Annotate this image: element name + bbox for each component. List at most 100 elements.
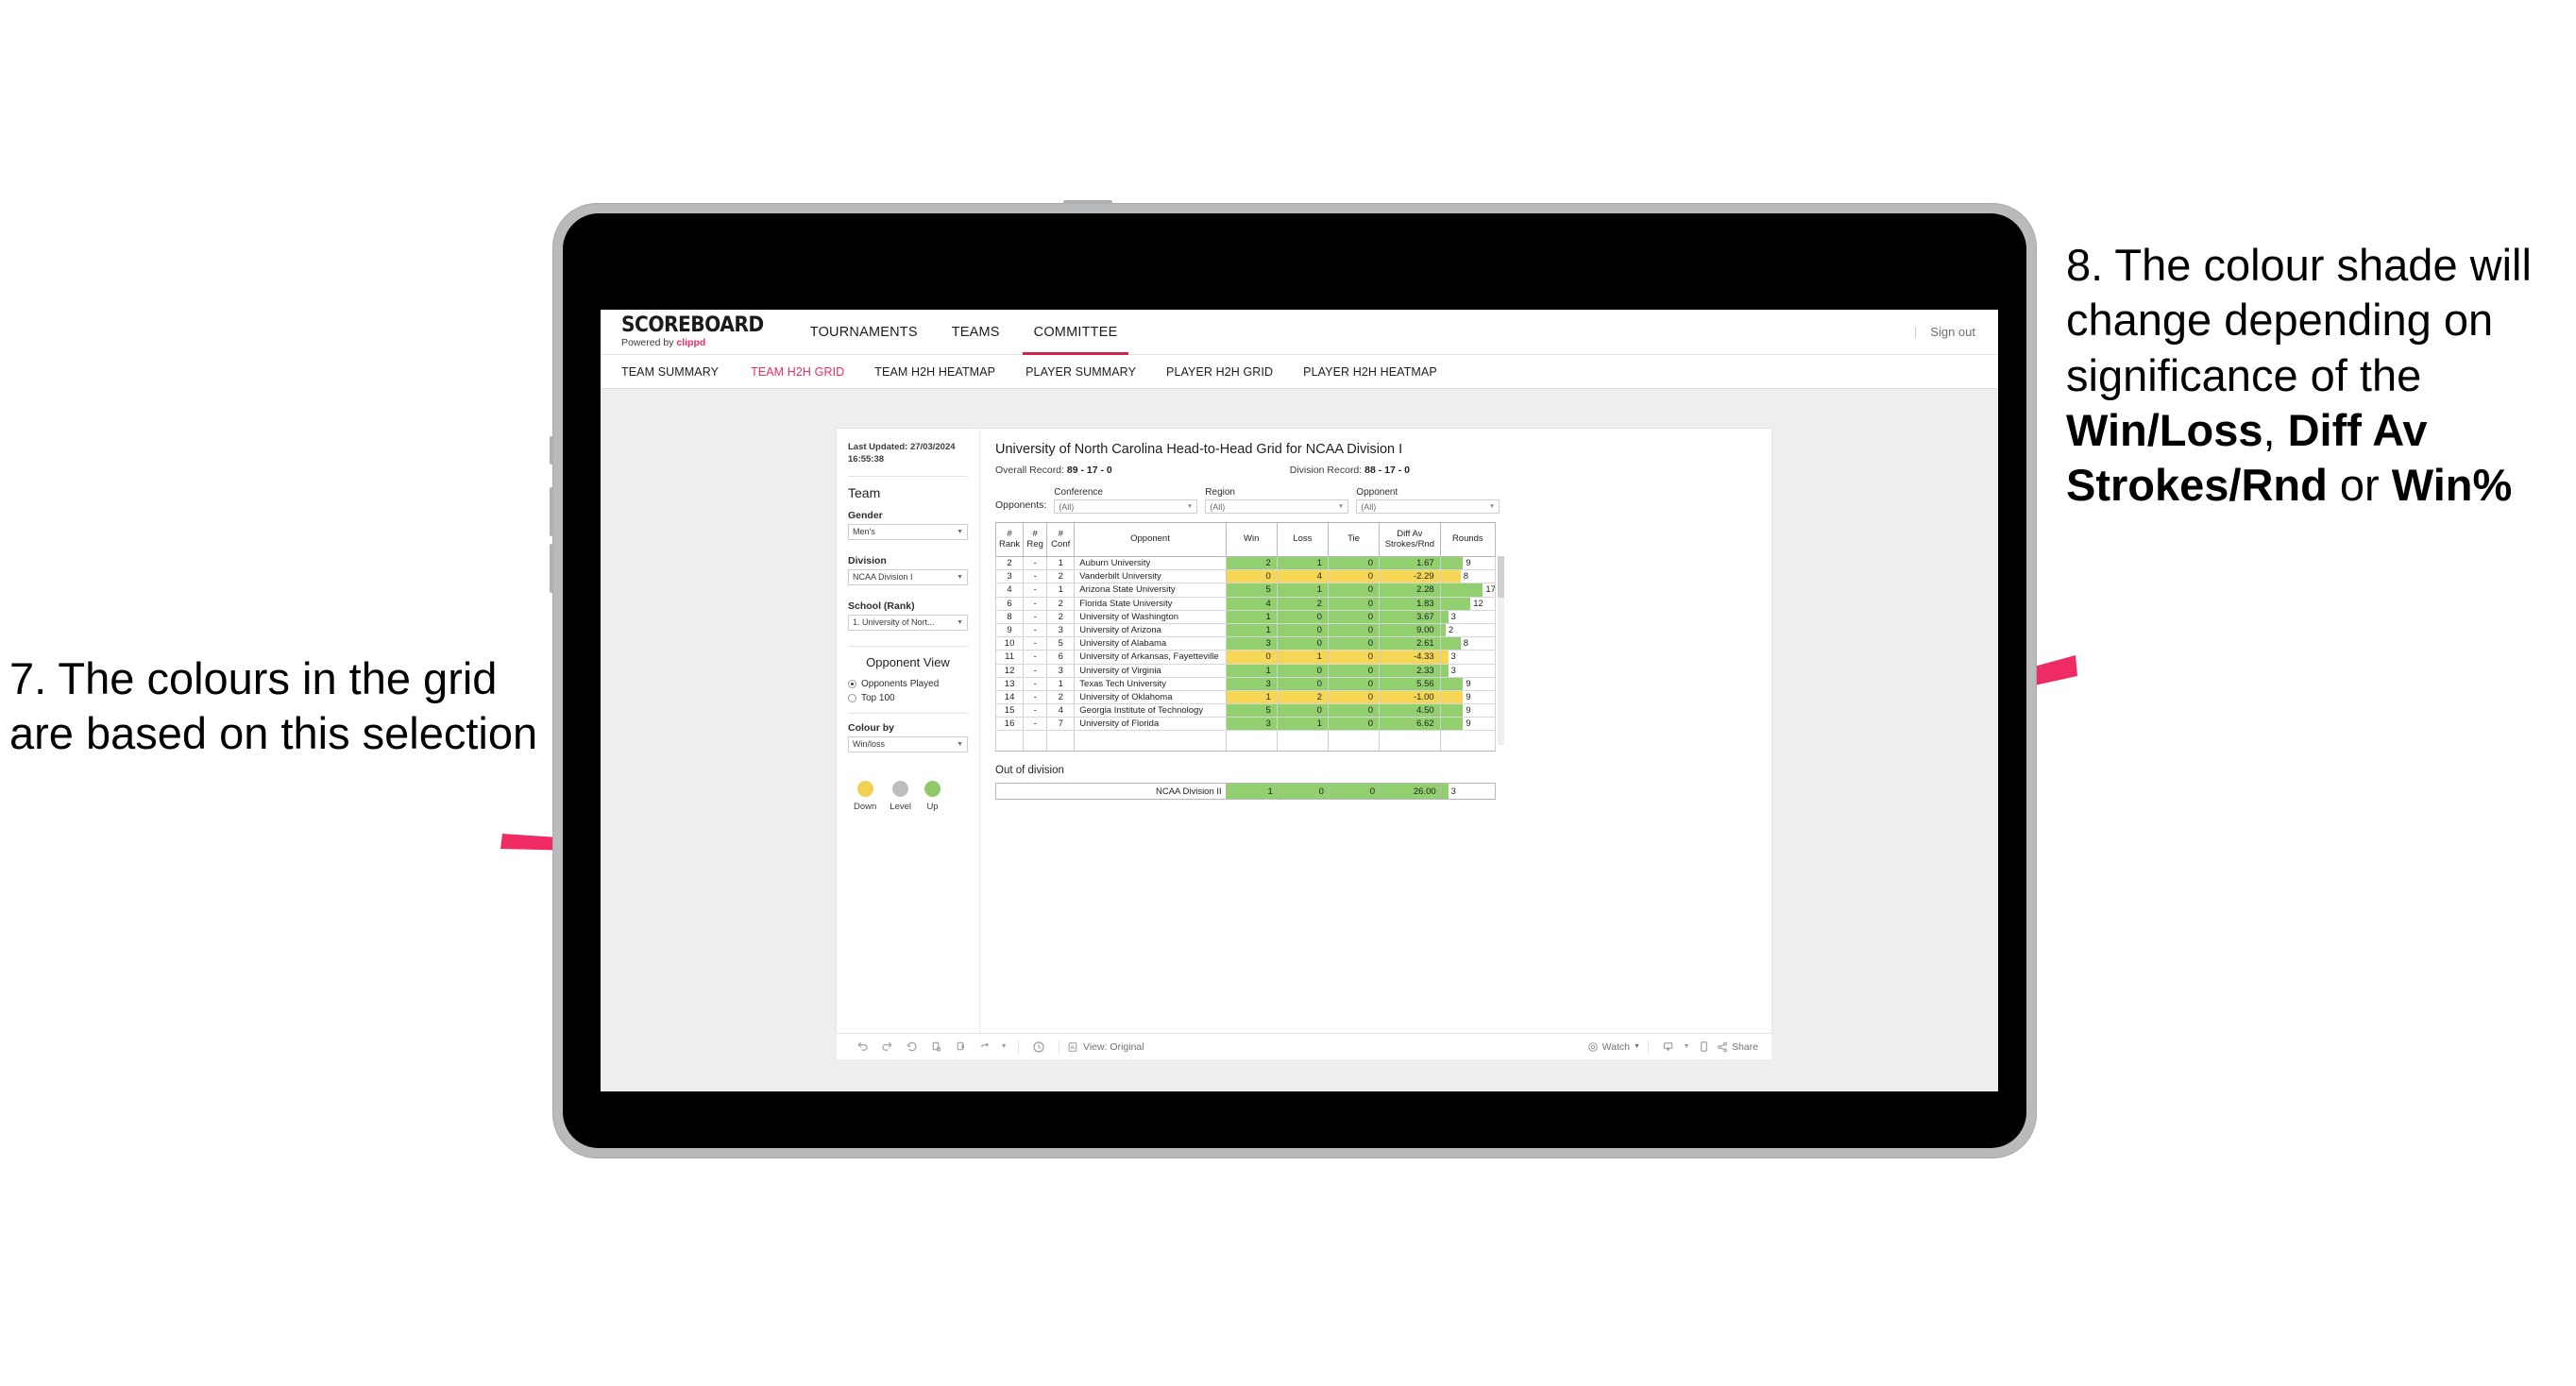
subnav-item-team-summary[interactable]: TEAM SUMMARY xyxy=(621,365,736,379)
table-row[interactable]: 9-3 University of Arizona 1 0 0 9.00 2 xyxy=(994,623,1497,638)
cell-diff: -1.00 xyxy=(1379,690,1441,705)
table-row[interactable]: 14-2 University of Oklahoma 1 2 0 -1.00 9 xyxy=(994,690,1497,705)
rounds-bar xyxy=(1441,677,1464,690)
cell-win: 2 xyxy=(1225,555,1278,571)
cell-reg: - xyxy=(1023,569,1048,584)
signout-link[interactable]: Sign out xyxy=(1930,325,1975,339)
cell-win: 5 xyxy=(1225,703,1278,718)
cell-tie: 0 xyxy=(1327,783,1381,801)
division-label: Division xyxy=(848,554,887,566)
chevron-down-icon[interactable]: ▼ xyxy=(997,1043,1010,1050)
table-row[interactable]: 15-4 Georgia Institute of Technology 5 0 0 4.… xyxy=(994,703,1497,718)
viz-main: University of North Carolina Head-to-Hea… xyxy=(980,429,1771,1033)
scoreboard-logo[interactable]: SCOREBOARD Powered by clippd xyxy=(601,315,793,348)
column-header-opponent[interactable]: Opponent xyxy=(1074,522,1227,557)
cell-loss: 0 xyxy=(1276,677,1329,691)
team-section-heading: Team xyxy=(848,484,881,500)
subnav-item-player-h2h-grid[interactable]: PLAYER H2H GRID xyxy=(1151,365,1288,379)
colour-by-select[interactable]: Win/loss ▼ xyxy=(848,735,968,752)
out-of-division-row[interactable]: NCAA Division II 1 0 0 26.00 3 xyxy=(995,783,1497,801)
table-row[interactable]: 8-2 University of Washington 1 0 0 3.67 3 xyxy=(994,610,1497,624)
subnav-item-team-h2h-heatmap[interactable]: TEAM H2H HEATMAP xyxy=(859,365,1010,379)
table-row[interactable]: 3-2 Vanderbilt University 0 4 0 -2.29 8 xyxy=(994,569,1497,584)
cell-rank: 15 xyxy=(994,703,1025,718)
table-row[interactable]: 16-7 University of Florida 3 1 0 6.62 9 xyxy=(994,717,1497,732)
opponent-filter-select[interactable]: (All) ▼ xyxy=(1356,499,1500,514)
chevron-down-icon: ▼ xyxy=(957,528,963,535)
cell-loss: 0 xyxy=(1276,783,1329,801)
radio-top-100[interactable]: Top 100 xyxy=(848,693,968,703)
cell-loss: 2 xyxy=(1276,690,1329,705)
subnav-item-player-h2h-grid-label: PLAYER H2H GRID xyxy=(1166,364,1274,379)
alerts-icon[interactable] xyxy=(973,1040,997,1053)
nav-item-committee[interactable]: COMMITTEE xyxy=(1017,310,1135,355)
cell-reg: - xyxy=(1023,623,1048,638)
redo-icon[interactable] xyxy=(874,1040,899,1053)
cell-loss: 1 xyxy=(1276,650,1329,665)
annotation-8-sep1: , xyxy=(2262,404,2288,455)
school-rank-select[interactable]: 1. University of Nort... ▼ xyxy=(848,614,968,631)
column-header-win[interactable]: Win xyxy=(1225,522,1278,557)
column-header-diff-av-strokes-rnd[interactable]: Diff Av Strokes/Rnd xyxy=(1379,522,1441,557)
grid-scrollbar-thumb[interactable] xyxy=(1498,556,1504,598)
division-select-value: NCAA Division I xyxy=(853,572,913,583)
cell-loss: 1 xyxy=(1276,555,1329,571)
grid-vertical-scrollbar[interactable] xyxy=(1498,556,1504,745)
tableau-viz: Last Updated: 27/03/2024 16:55:38 Team G… xyxy=(837,429,1771,1033)
revert-icon[interactable] xyxy=(899,1040,924,1053)
chevron-down-icon: ▼ xyxy=(1634,1043,1640,1050)
division-select[interactable]: NCAA Division I ▼ xyxy=(848,568,968,585)
nav-item-tournaments[interactable]: TOURNAMENTS xyxy=(793,310,935,355)
chevron-down-icon: ▼ xyxy=(957,740,963,748)
radio-opponents-played[interactable]: Opponents Played xyxy=(848,679,968,689)
table-row[interactable]: 2-1 Auburn University 2 1 0 1.67 9 xyxy=(994,555,1497,571)
subnav-item-player-h2h-heatmap[interactable]: PLAYER H2H HEATMAP xyxy=(1288,365,1452,379)
cell-win: 1 xyxy=(1225,690,1278,705)
cell-empty xyxy=(1023,730,1048,752)
nav-item-tournaments-label: TOURNAMENTS xyxy=(809,324,918,340)
column-header-rounds[interactable]: Rounds xyxy=(1439,522,1497,557)
chevron-down-icon[interactable]: ▼ xyxy=(1681,1043,1692,1050)
rounds-value: 3 xyxy=(1450,611,1456,622)
table-row[interactable]: 11-6 University of Arkansas, Fayetteville… xyxy=(994,650,1497,665)
cell-loss: 0 xyxy=(1276,703,1329,718)
device-layout-icon[interactable] xyxy=(1692,1040,1717,1053)
table-row[interactable]: 6-2 Florida State University 4 2 0 1.83 12 xyxy=(994,597,1497,611)
cell-empty xyxy=(1327,730,1381,752)
column-header-rank[interactable]: # Rank xyxy=(994,522,1025,557)
rounds-value: 12 xyxy=(1473,598,1483,609)
subnav-item-team-h2h-grid[interactable]: TEAM H2H GRID xyxy=(736,365,859,379)
gender-select-value: Men's xyxy=(853,527,875,537)
refresh-icon[interactable] xyxy=(924,1040,948,1053)
cell-reg: - xyxy=(1023,703,1048,718)
clock-icon[interactable] xyxy=(1026,1040,1051,1054)
cell-rounds: 9 xyxy=(1439,717,1497,732)
nav-item-teams[interactable]: TEAMS xyxy=(935,310,1017,355)
undo-icon[interactable] xyxy=(850,1040,874,1053)
tablet-device: SCOREBOARD Powered by clippd TOURNAMENTS… xyxy=(550,200,2036,1158)
table-row[interactable]: 4-1 Arizona State University 5 1 0 2.28 17 xyxy=(994,583,1497,598)
pause-icon[interactable] xyxy=(948,1040,973,1053)
column-header-tie[interactable]: Tie xyxy=(1327,522,1381,557)
nav-item-committee-label: COMMITTEE xyxy=(1033,324,1118,340)
region-filter-select[interactable]: (All) ▼ xyxy=(1205,499,1349,514)
watch-button[interactable]: Watch ▼ xyxy=(1587,1041,1640,1053)
table-row[interactable]: 10-5 University of Alabama 3 0 0 2.61 8 xyxy=(994,636,1497,651)
share-button[interactable]: Share xyxy=(1717,1041,1758,1053)
rounds-value: 2 xyxy=(1448,625,1454,636)
table-row[interactable]: 13-1 Texas Tech University 3 0 0 5.56 9 xyxy=(994,677,1497,691)
conference-filter-select[interactable]: (All) ▼ xyxy=(1054,499,1198,514)
custom-views-button[interactable]: View: Original xyxy=(1067,1041,1144,1053)
column-header-loss[interactable]: Loss xyxy=(1276,522,1329,557)
cell-diff: 1.67 xyxy=(1379,555,1441,571)
column-header-conf[interactable]: # Conf xyxy=(1046,522,1076,557)
cell-tie: 0 xyxy=(1327,597,1381,611)
subnav-item-player-summary[interactable]: PLAYER SUMMARY xyxy=(1010,365,1151,379)
table-row[interactable]: 12-3 University of Virginia 1 0 0 2.33 3 xyxy=(994,664,1497,678)
column-header-reg[interactable]: # Reg xyxy=(1023,522,1048,557)
gender-select[interactable]: Men's ▼ xyxy=(848,523,968,540)
h2h-grid-table: # Rank # Reg # Conf Opponent Win Loss Tie Diff Av S… xyxy=(994,522,1497,752)
legend-item-level: Level xyxy=(890,780,911,812)
radio-opponents-played-label: Opponents Played xyxy=(861,678,940,689)
download-icon[interactable] xyxy=(1656,1040,1681,1053)
